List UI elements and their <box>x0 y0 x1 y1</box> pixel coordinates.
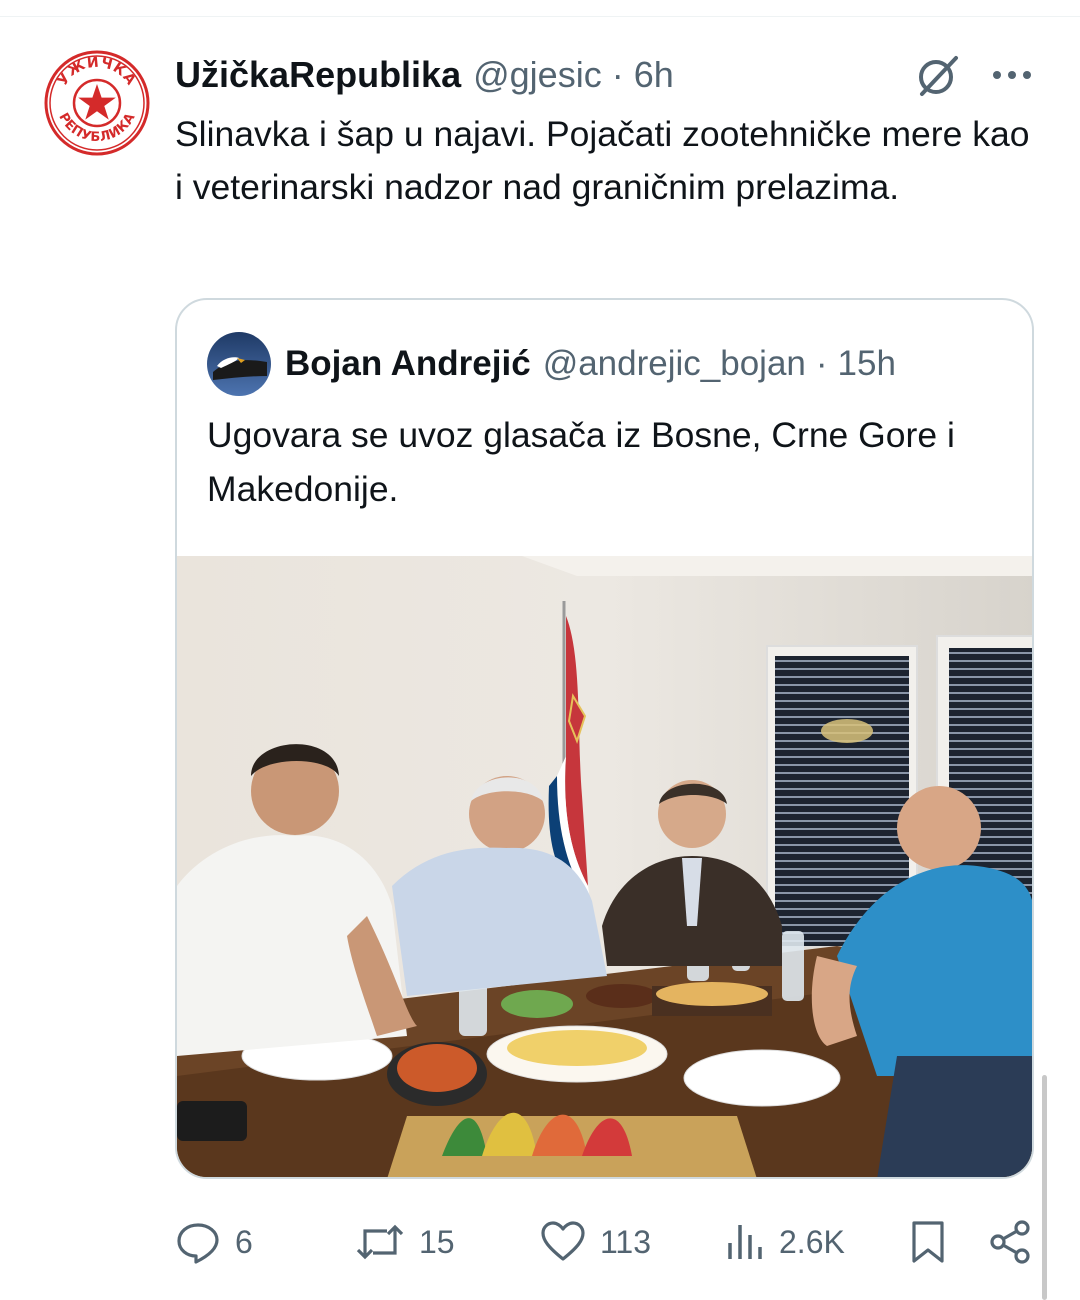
share-icon <box>990 1220 1030 1264</box>
scrollbar[interactable] <box>1042 1075 1047 1300</box>
quoted-tweet-photo[interactable] <box>177 556 1032 1177</box>
quoted-header-separator: · <box>815 344 828 383</box>
author-handle[interactable]: @gjesic <box>473 54 602 96</box>
tweet-text: Slinavka i šap u najavi. Pojačati zooteh… <box>175 114 1030 207</box>
retweet-count: 15 <box>419 1223 455 1260</box>
more-icon[interactable] <box>988 60 1036 90</box>
quoted-tweet[interactable]: Bojan Andrejić @andrejic_bojan · 15h Ugo… <box>175 298 1034 1179</box>
tweet-time[interactable]: 6h <box>634 54 674 96</box>
like-icon <box>541 1221 585 1261</box>
quoted-tweet-time[interactable]: 15h <box>838 344 896 384</box>
tweet-header: UžičkaRepublika @gjesic · 6h <box>175 52 674 98</box>
like-count: 113 <box>600 1223 652 1260</box>
retweet-button[interactable]: 15 <box>355 1212 455 1272</box>
views-icon <box>728 1225 762 1259</box>
eagle-avatar-icon <box>207 332 271 396</box>
author-display-name[interactable]: UžičkaRepublika <box>175 54 461 96</box>
views-count: 2.6K <box>779 1223 845 1260</box>
share-button[interactable] <box>988 1212 1032 1272</box>
bookmark-button[interactable] <box>908 1212 948 1272</box>
dinner-photo-image <box>177 556 1032 1177</box>
quoted-tweet-text: Ugovara se uvoz glasača iz Bosne, Crne G… <box>207 415 955 509</box>
quoted-tweet-header: Bojan Andrejić @andrejic_bojan · 15h <box>285 340 896 388</box>
bookmark-icon <box>912 1221 944 1263</box>
quoted-author-handle[interactable]: @andrejic_bojan <box>543 344 806 384</box>
reply-button[interactable]: 6 <box>175 1212 253 1272</box>
grok-icon[interactable] <box>914 52 962 100</box>
like-button[interactable]: 113 <box>540 1212 651 1272</box>
author-avatar[interactable]: УЖИЧКА РЕПУБЛИКА <box>44 50 150 156</box>
action-bar: 6 15 113 2.6K <box>0 1212 1080 1272</box>
views-button[interactable]: 2.6K <box>725 1212 845 1272</box>
retweet-icon <box>356 1224 404 1260</box>
reply-icon <box>177 1223 219 1264</box>
uzicka-republika-seal-icon: УЖИЧКА РЕПУБЛИКА <box>44 50 150 156</box>
reply-count: 6 <box>235 1223 253 1260</box>
quoted-author-avatar[interactable] <box>207 332 271 396</box>
top-divider <box>0 16 1080 17</box>
header-separator: · <box>611 54 624 95</box>
quoted-author-display-name[interactable]: Bojan Andrejić <box>285 344 531 384</box>
